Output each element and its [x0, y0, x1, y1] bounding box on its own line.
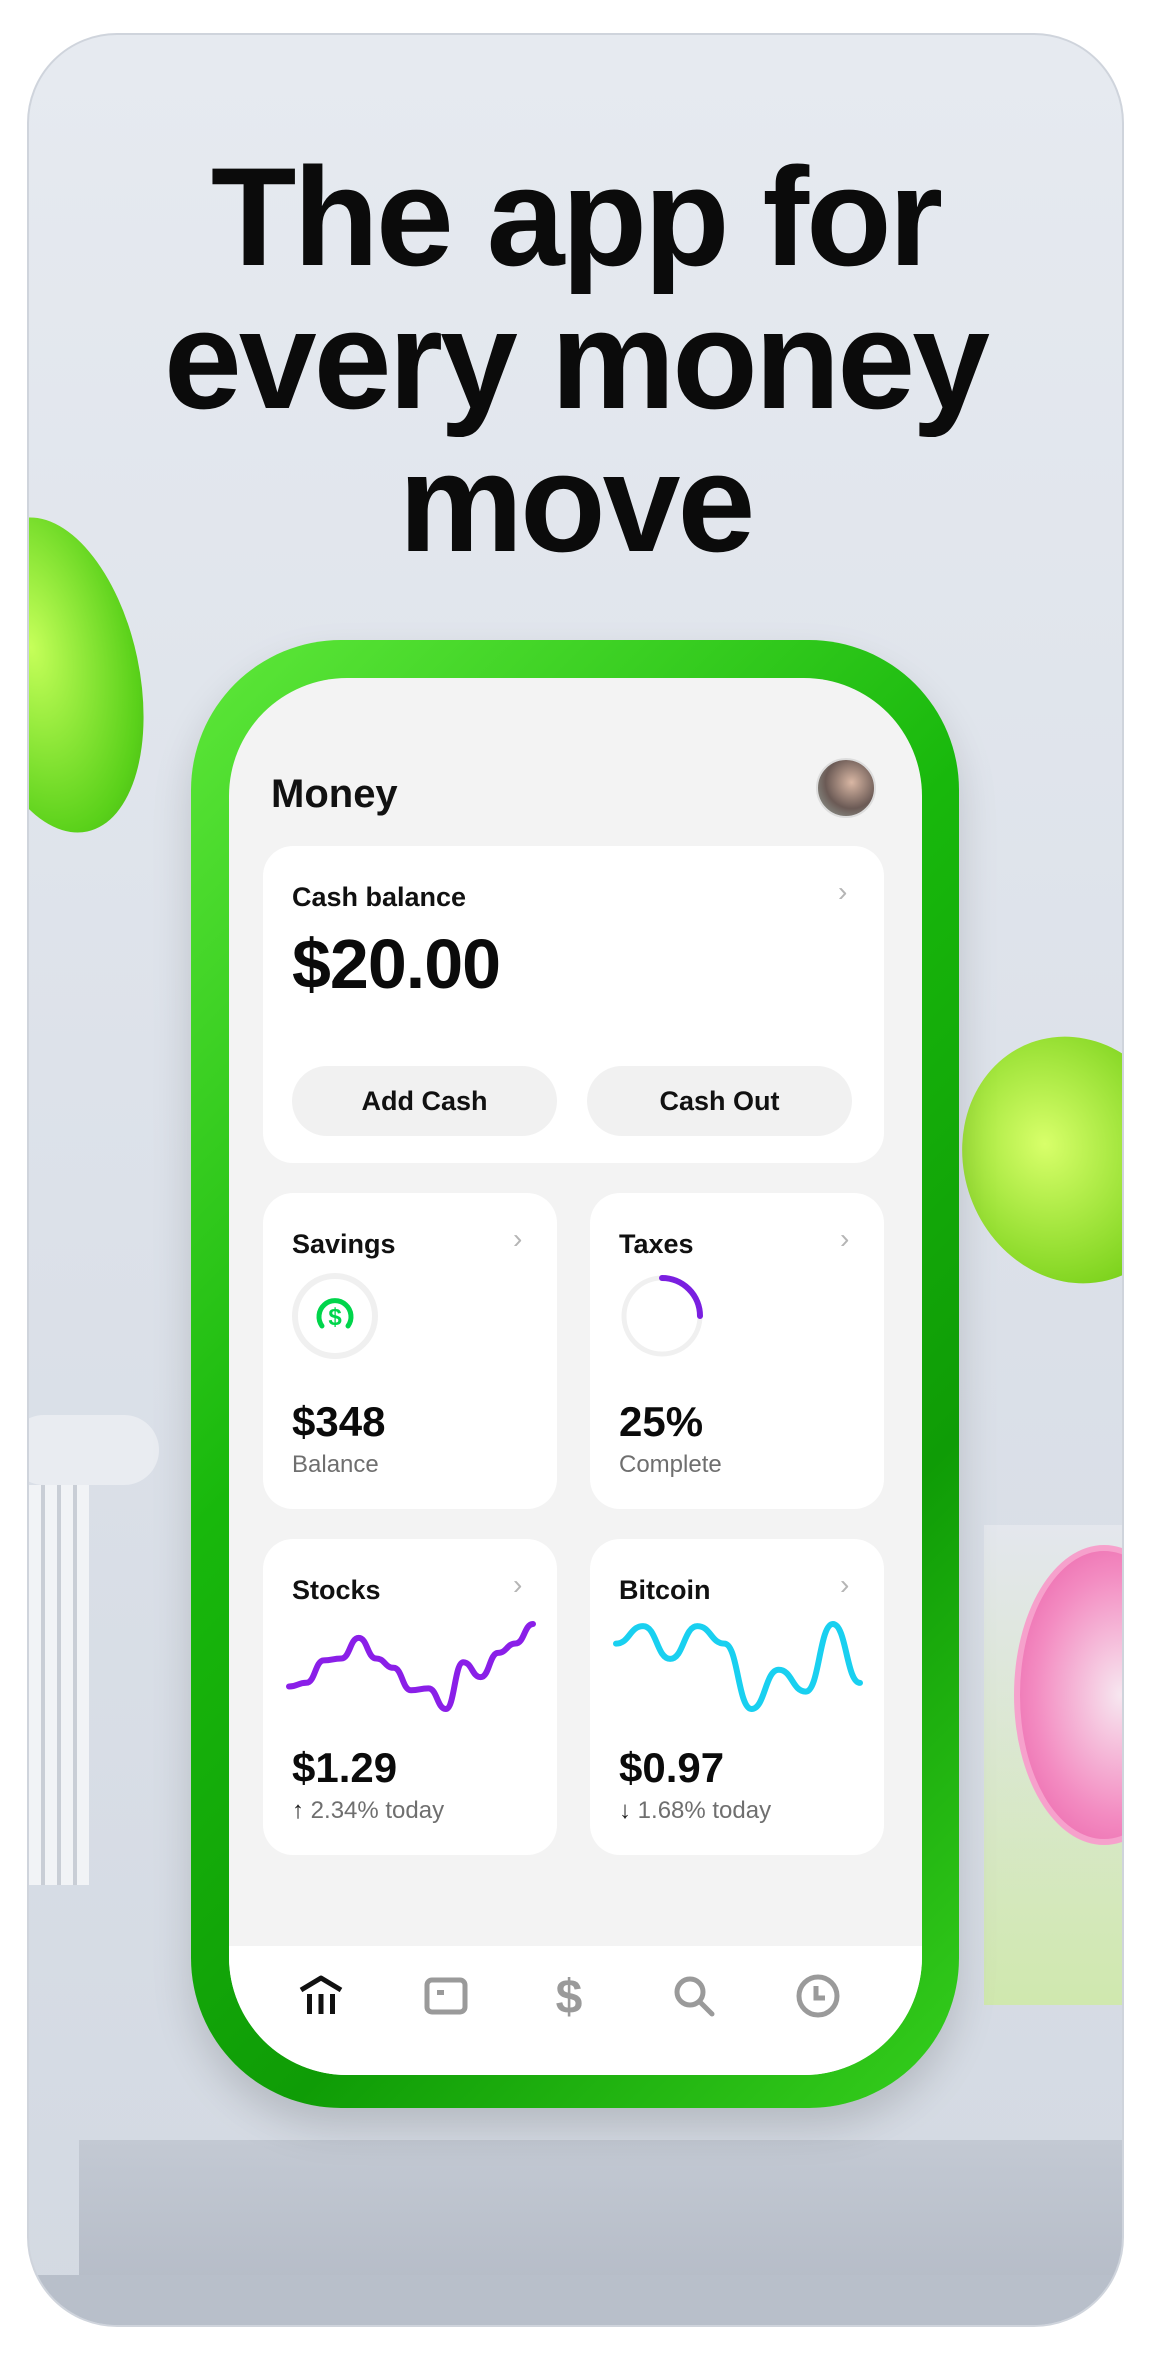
decorative-pillar [29, 1415, 169, 1955]
bitcoin-card[interactable]: Bitcoin › $0.97 ↓ 1.68% today [590, 1539, 884, 1855]
savings-sub: Balance [292, 1451, 379, 1478]
bitcoin-line [613, 1621, 863, 1712]
taxes-value: 25% [619, 1398, 704, 1445]
taxes-label: Taxes [619, 1229, 694, 1259]
taxes-card[interactable]: Taxes › 25% Complete [590, 1193, 884, 1509]
chevron-right-icon: › [840, 1569, 850, 1600]
chevron-right-icon: › [840, 1223, 850, 1254]
arrow-up-icon: ↑ [292, 1797, 311, 1824]
svg-text:$: $ [328, 1304, 342, 1331]
savings-card[interactable]: Savings › $ $348 Balance [263, 1193, 557, 1509]
stocks-change: ↑ 2.34% today [292, 1797, 444, 1825]
clock-icon [796, 1974, 840, 2018]
savings-value: $348 [292, 1398, 386, 1445]
nav-card[interactable] [416, 1966, 476, 2026]
bitcoin-label: Bitcoin [619, 1575, 711, 1605]
taxes-progress-ring [621, 1275, 703, 1357]
chevron-right-icon: › [838, 876, 848, 907]
stocks-change-text: 2.34% today [310, 1797, 445, 1824]
svg-text:$: $ [556, 1971, 583, 2021]
taxes-sub: Complete [619, 1451, 722, 1478]
bitcoin-change: ↓ 1.68% today [619, 1797, 771, 1825]
taxes-progress-arc [659, 1275, 703, 1319]
cash-balance-amount: $20.00 [292, 925, 501, 1003]
bitcoin-change-text: 1.68% today [637, 1797, 772, 1824]
nav-activity[interactable] [788, 1966, 848, 2026]
savings-label: Savings [292, 1229, 396, 1259]
phone-mockup: Money Cash balance › $20.00 Add Cash Cas… [191, 640, 959, 2108]
page-title: Money [271, 772, 398, 816]
stocks-value: $1.29 [292, 1744, 398, 1791]
nav-money[interactable] [291, 1966, 351, 2026]
search-icon [674, 1976, 715, 2017]
pedestal-base [29, 2275, 1122, 2325]
bottom-nav: $ [229, 1946, 922, 2075]
cash-balance-card[interactable]: Cash balance › $20.00 Add Cash Cash Out [263, 846, 884, 1163]
headline-line: every money [163, 281, 990, 438]
cash-out-button[interactable]: Cash Out [587, 1066, 852, 1136]
chevron-right-icon: › [513, 1569, 523, 1600]
bank-icon [299, 1975, 343, 2014]
bitcoin-sparkline [613, 1621, 863, 1712]
stocks-line [286, 1621, 536, 1712]
add-cash-button[interactable]: Add Cash [292, 1066, 557, 1136]
stocks-card[interactable]: Stocks › $1.29 ↑ 2.34% today [263, 1539, 557, 1855]
dollar-icon: $ [556, 1971, 583, 2021]
headline-line: move [398, 424, 756, 581]
card-icon [424, 1977, 468, 2015]
cash-dollar-circle-icon: $ [292, 1273, 378, 1359]
app-screen: Money Cash balance › $20.00 Add Cash Cas… [229, 678, 922, 2075]
chevron-right-icon: › [513, 1223, 523, 1254]
avatar[interactable] [816, 758, 876, 818]
bitcoin-value: $0.97 [619, 1744, 725, 1791]
headline: The app for every money move [29, 145, 1122, 574]
stocks-sparkline [286, 1621, 536, 1712]
arrow-down-icon: ↓ [619, 1797, 638, 1824]
cash-balance-label: Cash balance [292, 882, 467, 912]
nav-pay[interactable]: $ [539, 1966, 599, 2026]
nav-search[interactable] [664, 1966, 724, 2026]
stocks-label: Stocks [292, 1575, 381, 1605]
headline-line: The app for [210, 138, 943, 295]
